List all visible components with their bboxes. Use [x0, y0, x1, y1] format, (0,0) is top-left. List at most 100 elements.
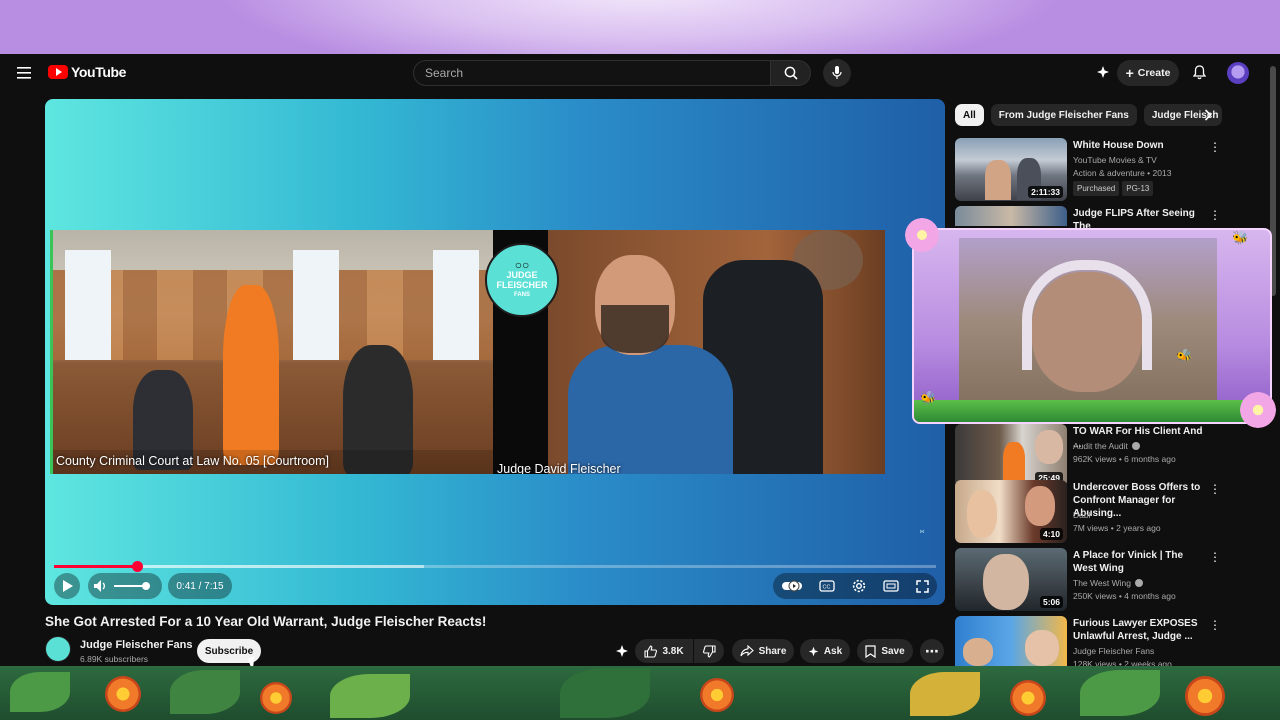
chevron-right-icon — [1204, 109, 1212, 121]
flower-decoration — [905, 218, 939, 252]
recommendation-channel: Judge Fleischer Fans — [1073, 646, 1155, 656]
more-options-icon[interactable]: ⋮ — [1209, 140, 1221, 154]
recommendation-thumbnail[interactable] — [955, 206, 1067, 226]
recommendation-thumbnail[interactable]: 5:06 — [955, 548, 1067, 611]
video-player[interactable]: County Criminal Court at Law No. 05 [Cou… — [45, 99, 945, 605]
recommendation-title[interactable]: Undercover Boss Offers to Confront Manag… — [1073, 481, 1209, 520]
channel-name[interactable]: Judge Fleischer Fans — [80, 639, 192, 651]
recommendation-title[interactable]: A Place for Vinick | The West Wing — [1073, 549, 1209, 575]
recommendation-meta: 962K views • 6 months ago — [1073, 454, 1176, 464]
more-actions-button[interactable]: ⋯ — [920, 639, 944, 663]
theater-mode-icon[interactable] — [882, 580, 899, 592]
bee-icon: 🐝 — [1176, 348, 1193, 363]
recommendation-item[interactable]: 25:49 TO WAR For His Client And ... Audi… — [955, 424, 1217, 488]
recommendation-meta: 7M views • 2 years ago — [1073, 523, 1161, 533]
sparkle-icon — [808, 646, 819, 656]
recommendation-badges: Purchased PG-13 — [1073, 181, 1156, 196]
recommendation-item[interactable]: 2:11:33 White House Down YouTube Movies … — [955, 138, 1221, 202]
badge-line1: JUDGE — [506, 270, 538, 280]
search-button[interactable] — [771, 60, 811, 86]
leaf-decoration — [1080, 670, 1160, 716]
video-duration: 2:11:33 — [1028, 186, 1063, 198]
search-input[interactable]: Search — [413, 60, 771, 86]
channel-avatar[interactable] — [45, 636, 71, 662]
autoplay-toggle-icon[interactable] — [781, 580, 802, 592]
webcam-grass-border — [914, 400, 1270, 422]
courtroom-window — [65, 250, 111, 360]
more-options-icon[interactable]: ⋮ — [1209, 208, 1221, 222]
recommendation-item[interactable]: Furious Lawyer EXPOSES Unlawful Arrest, … — [955, 616, 1221, 669]
verified-check-icon — [1135, 579, 1144, 587]
leaf-decoration — [560, 668, 650, 718]
ellipsis-icon: ⋯ — [925, 643, 939, 659]
microphone-icon — [832, 66, 842, 79]
more-options-icon[interactable]: ⋮ — [1209, 550, 1221, 564]
chip-from-channel[interactable]: From Judge Fleischer Fans — [990, 104, 1137, 126]
youtube-play-icon — [48, 65, 68, 79]
like-count: 3.8K — [662, 645, 684, 657]
thumbs-down-icon — [702, 644, 716, 658]
volume-slider[interactable] — [114, 582, 150, 590]
related-filter-chips: All From Judge Fleischer Fans Judge Flei… — [955, 104, 1222, 126]
youtube-logo[interactable]: YouTube — [48, 64, 126, 80]
video-duration: 4:10 — [1039, 528, 1063, 540]
account-avatar[interactable] — [1227, 62, 1249, 84]
notifications-button[interactable] — [1190, 63, 1208, 81]
recommendation-title[interactable]: Furious Lawyer EXPOSES Unlawful Arrest, … — [1073, 617, 1209, 643]
recommendation-item[interactable]: 4:10 Undercover Boss Offers to Confront … — [955, 480, 1221, 544]
streamer-webcam: 🐝 🐝 🐝 — [912, 228, 1272, 424]
like-button[interactable]: 3.8K — [635, 639, 693, 663]
recommendation-title[interactable]: White House Down — [1073, 139, 1209, 152]
save-button[interactable]: Save — [857, 639, 913, 663]
masthead: YouTube Search + Create — [0, 54, 1280, 92]
search-placeholder: Search — [425, 66, 464, 80]
chip-all[interactable]: All — [955, 104, 984, 126]
search-icon — [784, 66, 798, 80]
volume-icon[interactable] — [94, 580, 108, 592]
voice-search-button[interactable] — [823, 59, 851, 87]
rating-badge: PG-13 — [1122, 181, 1154, 196]
bee-icon: 🐝 — [920, 390, 937, 405]
leaf-decoration — [10, 672, 70, 712]
recommendation-item[interactable]: 5:06 A Place for Vinick | The West Wing … — [955, 548, 1221, 612]
thumbnail-face — [967, 490, 997, 538]
create-label: Create — [1137, 67, 1171, 79]
create-button[interactable]: + Create — [1117, 60, 1179, 86]
flower-decoration — [260, 682, 292, 714]
captions-icon[interactable]: CC — [818, 580, 835, 592]
recommendation-thumbnail[interactable]: 25:49 — [955, 424, 1067, 487]
fullscreen-icon[interactable] — [915, 579, 929, 593]
stream-overlay-bottom — [0, 666, 1280, 720]
progress-played — [54, 565, 137, 568]
channel-name-text: The West Wing — [1073, 578, 1131, 588]
channel-watermark: ⋈ — [919, 529, 925, 535]
video-title: She Got Arrested For a 10 Year Old Warra… — [45, 614, 487, 629]
more-options-icon[interactable]: ⋮ — [1209, 482, 1221, 496]
chip-next-arrow[interactable] — [1198, 105, 1218, 125]
ask-button[interactable]: Ask — [800, 639, 850, 663]
more-options-icon[interactable]: ⋮ — [1209, 618, 1221, 632]
premium-sparkle-button[interactable] — [1094, 63, 1112, 81]
channel-name-text: Audit the Audit — [1073, 441, 1128, 451]
courtroom-feed: County Criminal Court at Law No. 05 [Cou… — [50, 230, 493, 474]
progress-bar[interactable] — [54, 561, 936, 572]
save-label: Save — [881, 645, 905, 657]
menu-icon[interactable] — [12, 62, 36, 84]
leaf-decoration — [910, 672, 980, 716]
sparkle-action-button[interactable] — [613, 639, 631, 663]
recommendation-item[interactable]: Judge FLIPS After Seeing The ⋮ — [955, 206, 1221, 232]
recommendation-thumbnail[interactable]: 4:10 — [955, 480, 1067, 543]
share-button[interactable]: Share — [732, 639, 794, 663]
flower-decoration — [700, 678, 734, 712]
flower-decoration — [1185, 676, 1225, 716]
svg-text:CC: CC — [822, 585, 830, 591]
volume-control[interactable] — [88, 573, 162, 599]
progress-scrubber[interactable] — [131, 561, 143, 572]
recommendation-thumbnail[interactable]: 2:11:33 — [955, 138, 1067, 201]
play-button[interactable] — [54, 573, 80, 599]
settings-gear-icon[interactable] — [852, 579, 866, 593]
recommendation-thumbnail[interactable] — [955, 616, 1067, 666]
dislike-button[interactable] — [694, 639, 724, 663]
recommendation-channel: Audit the Audit — [1073, 440, 1141, 453]
volume-knob[interactable] — [142, 582, 150, 590]
